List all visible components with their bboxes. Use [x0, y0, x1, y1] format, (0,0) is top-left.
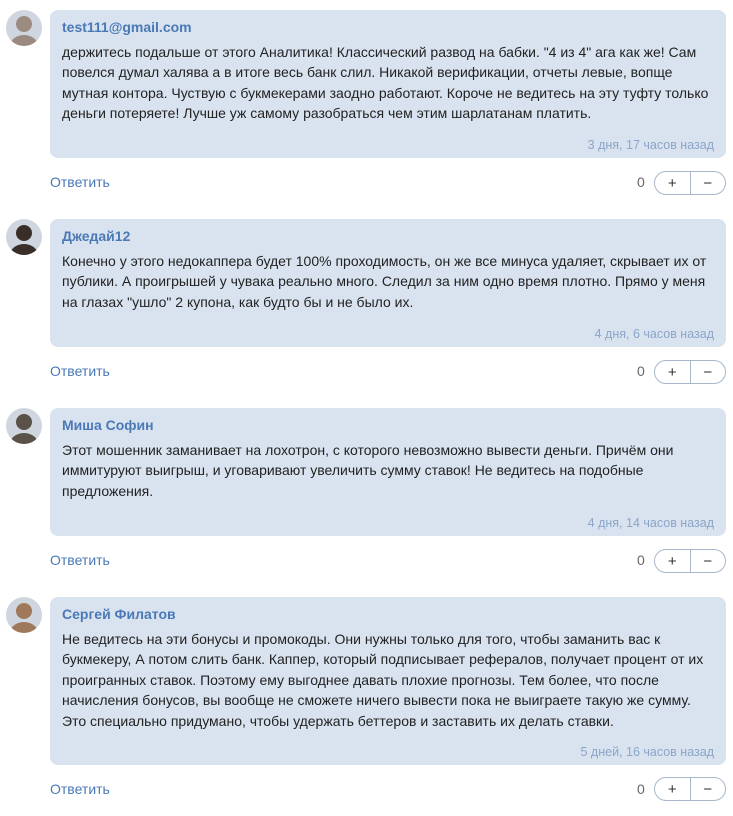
- avatar[interactable]: [6, 597, 42, 633]
- upvote-button[interactable]: +: [655, 550, 690, 572]
- comment-text-line: Конечно у этого недокаппера будет 100% п…: [62, 253, 707, 269]
- comment-text: держитесь подальше от этого Аналитика! К…: [62, 42, 714, 124]
- comment-text: Конечно у этого недокаппера будет 100% п…: [62, 251, 714, 312]
- comment-text-line: начисления бонусов, вы вообще не сможете…: [62, 692, 691, 709]
- vote-score: 0: [637, 552, 645, 568]
- reply-link[interactable]: Ответить: [50, 781, 110, 797]
- comment-text-line: Это специально придумано, чтобы удержать…: [62, 712, 614, 729]
- comment-text-line: предложения.: [62, 482, 154, 499]
- reply-link[interactable]: Ответить: [50, 363, 110, 379]
- vote-controls: + −: [654, 360, 726, 384]
- vote-score: 0: [637, 781, 645, 797]
- comment-bubble: Сергей Филатов Не ведитесь на эти бонусы…: [50, 597, 726, 765]
- vote-controls: + −: [654, 549, 726, 573]
- comment-timestamp: 4 дня, 14 часов назад: [587, 516, 714, 530]
- downvote-button[interactable]: −: [691, 550, 726, 572]
- comment-author[interactable]: Сергей Филатов: [62, 605, 714, 623]
- comment-bubble: Джедай12 Конечно у этого недокаппера буд…: [50, 219, 726, 347]
- comment-author[interactable]: Миша Софин: [62, 416, 714, 434]
- comment-text: Не ведитесь на эти бонусы и промокоды. О…: [62, 629, 714, 731]
- avatar[interactable]: [6, 10, 42, 46]
- upvote-button[interactable]: +: [655, 172, 690, 194]
- downvote-button[interactable]: −: [691, 778, 726, 800]
- upvote-button[interactable]: +: [655, 778, 690, 800]
- reply-link[interactable]: Ответить: [50, 174, 110, 190]
- comment-timestamp: 4 дня, 6 часов назад: [594, 327, 714, 341]
- comment-text-line: деньги потеряете! Лучше уж самому разобр…: [62, 105, 592, 122]
- avatar[interactable]: [6, 219, 42, 255]
- comment-text: Этот мошенник заманивает на лохотрон, с …: [62, 440, 714, 501]
- comment-bubble: test111@gmail.com держитесь подальше от …: [50, 10, 726, 158]
- reply-link[interactable]: Ответить: [50, 552, 110, 568]
- comment-text-line: иммитуруют выигрыш, и уговаривают увелич…: [62, 462, 644, 479]
- comment-text-line: на глазах "ушло" 2 купона, как будто бы …: [62, 293, 414, 310]
- comment-text-line: держитесь подальше от этого Аналитика! К…: [62, 44, 697, 60]
- vote-score: 0: [637, 174, 645, 190]
- comment-text-line: повелся думал халява а в итоге весь банк…: [62, 64, 673, 81]
- comment-timestamp: 3 дня, 17 часов назад: [587, 138, 714, 152]
- comment-text-line: букмекеру, А потом слить банк. Каппер, к…: [62, 651, 704, 668]
- avatar[interactable]: [6, 408, 42, 444]
- comment-text-line: Этот мошенник заманивает на лохотрон, с …: [62, 442, 674, 458]
- comment-bubble: Миша Софин Этот мошенник заманивает на л…: [50, 408, 726, 536]
- comment-text-line: мутная контора. Чуствую с букмекерами за…: [62, 84, 709, 101]
- downvote-button[interactable]: −: [691, 172, 726, 194]
- comment-author[interactable]: test111@gmail.com: [62, 18, 714, 36]
- comment-text-line: проигранных ставок. Поэтому ему выгоднее…: [62, 671, 659, 688]
- comments-list: test111@gmail.com держитесь подальше от …: [0, 0, 733, 816]
- upvote-button[interactable]: +: [655, 361, 690, 383]
- downvote-button[interactable]: −: [691, 361, 726, 383]
- vote-controls: + −: [654, 777, 726, 801]
- comment-author[interactable]: Джедай12: [62, 227, 714, 245]
- comment-text-line: Не ведитесь на эти бонусы и промокоды. О…: [62, 631, 661, 647]
- vote-score: 0: [637, 363, 645, 379]
- comment-text-line: публики. А проигрышей у чувака реально м…: [62, 273, 706, 290]
- comment-timestamp: 5 дней, 16 часов назад: [580, 745, 715, 759]
- vote-controls: + −: [654, 171, 726, 195]
